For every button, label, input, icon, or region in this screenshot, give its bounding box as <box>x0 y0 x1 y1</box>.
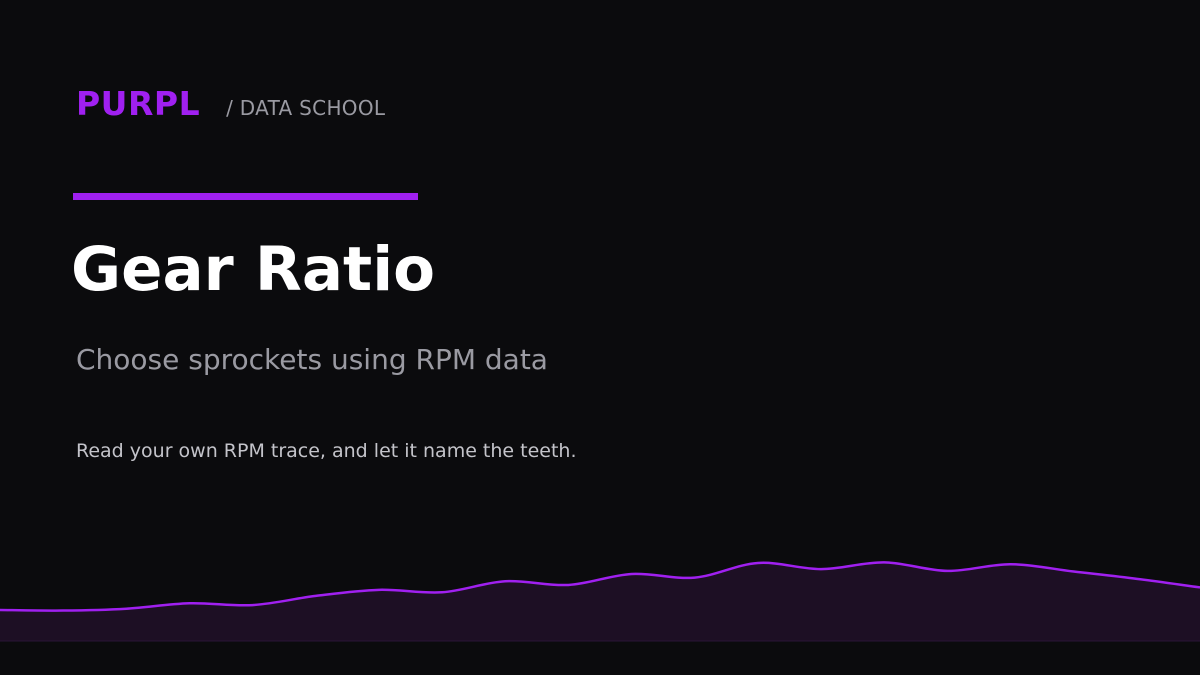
brand-section-label: / DATA SCHOOL <box>226 96 386 120</box>
slide-tagline: Read your own RPM trace, and let it name… <box>76 440 577 462</box>
rpm-trace-decoration <box>0 561 1200 642</box>
slide-subtitle: Choose sprockets using RPM data <box>76 343 548 376</box>
slide-title: Gear Ratio <box>71 234 436 305</box>
brand-header: PURPL / DATA SCHOOL <box>76 84 385 123</box>
accent-divider <box>73 193 418 200</box>
rpm-trace-fill <box>0 562 1200 641</box>
brand-logo-text: PURPL <box>76 84 201 123</box>
title-slide: PURPL / DATA SCHOOL Gear Ratio Choose sp… <box>0 0 1200 675</box>
